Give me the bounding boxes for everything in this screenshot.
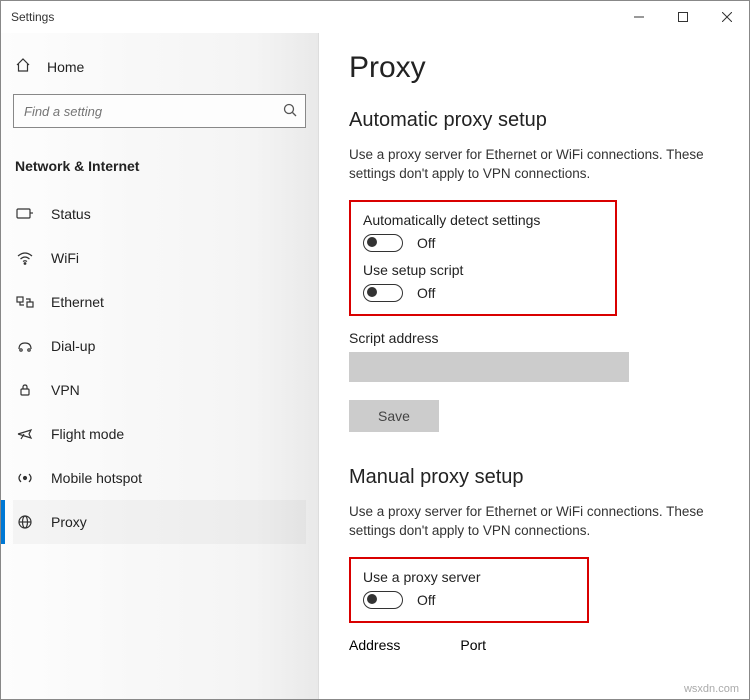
home-icon bbox=[15, 57, 33, 76]
detect-state: Off bbox=[417, 235, 435, 251]
page-title: Proxy bbox=[349, 51, 719, 85]
search-input[interactable] bbox=[22, 103, 283, 120]
sidebar-item-status[interactable]: Status bbox=[13, 192, 306, 236]
sidebar-item-label: Status bbox=[51, 206, 91, 222]
search-icon bbox=[283, 103, 297, 120]
auto-heading: Automatic proxy setup bbox=[349, 109, 719, 132]
address-label: Address bbox=[349, 637, 400, 653]
close-button[interactable] bbox=[705, 1, 749, 33]
auto-highlight-box: Automatically detect settings Off Use se… bbox=[349, 200, 617, 316]
sidebar-item-label: Proxy bbox=[51, 514, 87, 530]
use-proxy-state: Off bbox=[417, 592, 435, 608]
sidebar-item-dialup[interactable]: Dial-up bbox=[13, 324, 306, 368]
script-address-input[interactable] bbox=[349, 352, 629, 382]
manual-heading: Manual proxy setup bbox=[349, 466, 719, 489]
script-toggle[interactable] bbox=[363, 284, 403, 302]
globe-icon bbox=[15, 515, 35, 529]
home-link[interactable]: Home bbox=[13, 51, 306, 82]
watermark: wsxdn.com bbox=[684, 683, 739, 695]
sidebar-item-ethernet[interactable]: Ethernet bbox=[13, 280, 306, 324]
window-title: Settings bbox=[11, 10, 617, 24]
titlebar: Settings bbox=[1, 1, 749, 33]
sidebar-item-proxy[interactable]: Proxy bbox=[13, 500, 306, 544]
search-box[interactable] bbox=[13, 94, 306, 128]
use-proxy-toggle[interactable] bbox=[363, 591, 403, 609]
wifi-icon bbox=[15, 251, 35, 265]
auto-desc: Use a proxy server for Ethernet or WiFi … bbox=[349, 146, 719, 184]
minimize-button[interactable] bbox=[617, 1, 661, 33]
hotspot-icon bbox=[15, 471, 35, 485]
sidebar-item-label: Ethernet bbox=[51, 294, 104, 310]
maximize-button[interactable] bbox=[661, 1, 705, 33]
main-content: Proxy Automatic proxy setup Use a proxy … bbox=[319, 33, 749, 699]
status-icon bbox=[15, 207, 35, 221]
sidebar: Home Network & Internet Status WiFi Ethe… bbox=[1, 33, 319, 699]
script-state: Off bbox=[417, 285, 435, 301]
detect-label: Automatically detect settings bbox=[363, 212, 603, 228]
sidebar-item-label: Mobile hotspot bbox=[51, 470, 142, 486]
use-proxy-label: Use a proxy server bbox=[363, 569, 575, 585]
sidebar-item-flightmode[interactable]: Flight mode bbox=[13, 412, 306, 456]
window-controls bbox=[617, 1, 749, 33]
port-label: Port bbox=[460, 637, 486, 653]
sidebar-item-hotspot[interactable]: Mobile hotspot bbox=[13, 456, 306, 500]
sidebar-item-label: WiFi bbox=[51, 250, 79, 266]
sidebar-item-label: Flight mode bbox=[51, 426, 124, 442]
sidebar-item-label: Dial-up bbox=[51, 338, 95, 354]
manual-desc: Use a proxy server for Ethernet or WiFi … bbox=[349, 503, 719, 541]
sidebar-section-title: Network & Internet bbox=[15, 158, 306, 174]
manual-highlight-box: Use a proxy server Off bbox=[349, 557, 589, 623]
save-button[interactable]: Save bbox=[349, 400, 439, 432]
nav-list: Status WiFi Ethernet Dial-up VPN Flight … bbox=[13, 192, 306, 544]
dialup-icon bbox=[15, 339, 35, 353]
vpn-icon bbox=[15, 383, 35, 397]
script-address-label: Script address bbox=[349, 330, 719, 346]
ethernet-icon bbox=[15, 295, 35, 309]
home-label: Home bbox=[47, 59, 84, 75]
sidebar-item-label: VPN bbox=[51, 382, 80, 398]
airplane-icon bbox=[15, 427, 35, 441]
sidebar-item-wifi[interactable]: WiFi bbox=[13, 236, 306, 280]
detect-toggle[interactable] bbox=[363, 234, 403, 252]
script-label: Use setup script bbox=[363, 262, 603, 278]
sidebar-item-vpn[interactable]: VPN bbox=[13, 368, 306, 412]
